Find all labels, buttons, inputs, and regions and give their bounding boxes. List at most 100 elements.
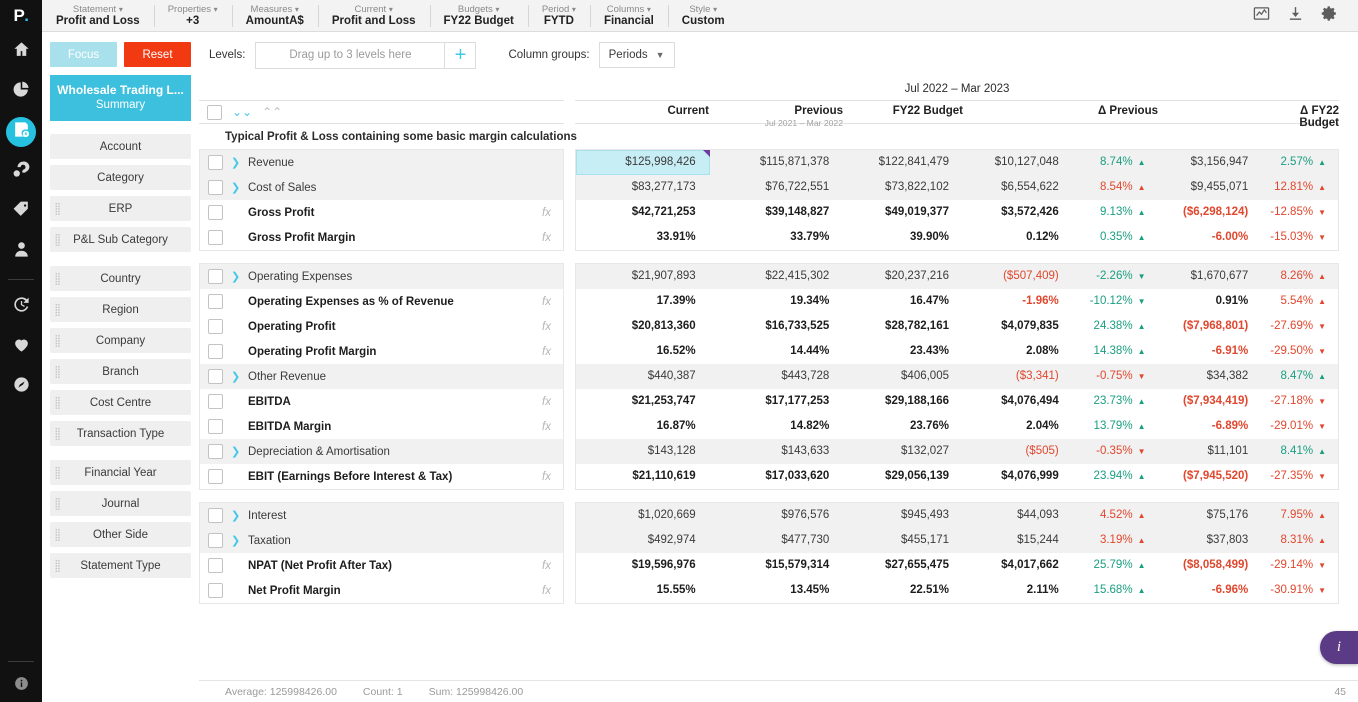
table-cell[interactable]: $39,148,827 (710, 200, 844, 225)
table-cell[interactable]: 23.76% (843, 414, 963, 439)
formula-icon[interactable]: fx (542, 232, 563, 244)
table-cell[interactable]: $3,156,947 (1157, 150, 1262, 175)
chart-view-button[interactable] (1244, 0, 1278, 32)
table-cell[interactable]: ($507,409) (963, 264, 1073, 289)
nav-item-help[interactable] (0, 670, 42, 702)
dimension-item[interactable]: Category (50, 165, 191, 190)
table-cell[interactable]: 8.74%▲ (1073, 150, 1158, 175)
topbar-group-current[interactable]: Current ▾ Profit and Loss (318, 0, 430, 32)
table-cell[interactable]: -6.96% (1157, 578, 1262, 603)
table-cell[interactable]: $42,721,253 (576, 200, 710, 225)
table-cell[interactable]: $455,171 (843, 528, 963, 553)
formula-icon[interactable]: fx (542, 585, 563, 597)
row-checkbox[interactable] (208, 180, 223, 195)
formula-icon[interactable]: fx (542, 321, 563, 333)
table-cell[interactable]: 13.45% (710, 578, 844, 603)
table-row[interactable]: Gross Profit Marginfx (200, 225, 563, 250)
formula-icon[interactable]: fx (542, 560, 563, 572)
table-cell[interactable]: $28,782,161 (843, 314, 963, 339)
row-checkbox[interactable] (208, 155, 223, 170)
table-cell[interactable]: $21,907,893 (576, 264, 710, 289)
table-cell[interactable]: -30.91%▼ (1262, 578, 1338, 603)
table-cell[interactable]: -6.91% (1157, 339, 1262, 364)
collapse-all-icon[interactable]: ⌃⌃ (262, 106, 282, 118)
table-cell[interactable]: $443,728 (710, 364, 844, 389)
drag-handle-icon[interactable] (55, 233, 60, 246)
dimension-item[interactable]: ERP (50, 196, 191, 221)
table-cell[interactable]: -15.03%▼ (1262, 225, 1338, 250)
table-cell[interactable]: 5.54%▲ (1262, 289, 1338, 314)
table-cell[interactable]: -27.35%▼ (1262, 464, 1338, 489)
column-header[interactable] (1158, 101, 1263, 123)
drag-handle-icon[interactable] (55, 528, 60, 541)
dimension-item[interactable]: Transaction Type (50, 421, 191, 446)
table-row[interactable]: ❯Taxation (200, 528, 563, 553)
dimension-item[interactable]: Cost Centre (50, 390, 191, 415)
table-cell[interactable]: 9.13%▲ (1073, 200, 1158, 225)
table-cell[interactable]: 22.51% (843, 578, 963, 603)
table-cell[interactable]: 0.91% (1157, 289, 1262, 314)
table-cell[interactable]: -10.12%▼ (1073, 289, 1158, 314)
drag-handle-icon[interactable] (55, 396, 60, 409)
drag-handle-icon[interactable] (55, 427, 60, 440)
table-cell[interactable]: $976,576 (710, 503, 844, 528)
formula-icon[interactable]: fx (542, 296, 563, 308)
chevron-right-icon[interactable]: ❯ (231, 370, 240, 383)
table-cell[interactable]: $115,871,378 (710, 150, 844, 175)
table-cell[interactable]: $75,176 (1157, 503, 1262, 528)
chevron-right-icon[interactable]: ❯ (231, 156, 240, 169)
drag-handle-icon[interactable] (55, 334, 60, 347)
table-cell[interactable]: $143,633 (710, 439, 844, 464)
table-cell[interactable]: $29,188,166 (843, 389, 963, 414)
column-header[interactable]: Current (575, 101, 709, 123)
row-checkbox[interactable] (208, 319, 223, 334)
table-cell[interactable]: 16.47% (843, 289, 963, 314)
nav-item-analytics[interactable] (0, 72, 42, 112)
formula-icon[interactable]: fx (542, 396, 563, 408)
table-cell[interactable]: $3,572,426 (963, 200, 1073, 225)
table-row[interactable]: EBITDAfx (200, 389, 563, 414)
table-cell[interactable]: $83,277,173 (576, 175, 710, 200)
levels-dropzone[interactable]: Drag up to 3 levels here (255, 42, 445, 69)
column-header[interactable]: Δ FY22 Budget (1263, 101, 1339, 123)
table-cell[interactable]: $16,733,525 (710, 314, 844, 339)
table-cell[interactable]: -29.01%▼ (1262, 414, 1338, 439)
table-cell[interactable]: $6,554,622 (963, 175, 1073, 200)
table-cell[interactable]: 33.79% (710, 225, 844, 250)
column-header[interactable]: PreviousJul 2021 – Mar 2022 (709, 101, 843, 123)
table-cell[interactable]: $21,110,619 (576, 464, 710, 489)
table-cell[interactable]: 19.34% (710, 289, 844, 314)
table-cell[interactable]: 23.94%▲ (1073, 464, 1158, 489)
table-cell[interactable]: 8.41%▲ (1262, 439, 1338, 464)
topbar-group-columns[interactable]: Columns ▾ Financial (590, 0, 668, 32)
settings-button[interactable] (1312, 0, 1346, 32)
table-cell[interactable]: 8.31%▲ (1262, 528, 1338, 553)
table-cell[interactable]: $143,128 (576, 439, 710, 464)
dimension-item[interactable]: Financial Year (50, 460, 191, 485)
table-row[interactable]: Operating Expenses as % of Revenuefx (200, 289, 563, 314)
table-cell[interactable]: 16.87% (576, 414, 710, 439)
table-row[interactable]: ❯Other Revenue (200, 364, 563, 389)
table-cell[interactable]: -1.96% (963, 289, 1073, 314)
row-checkbox[interactable] (208, 369, 223, 384)
table-cell[interactable]: ($8,058,499) (1157, 553, 1262, 578)
table-cell[interactable]: $945,493 (843, 503, 963, 528)
add-level-button[interactable]: + (445, 42, 476, 69)
table-cell[interactable]: $27,655,475 (843, 553, 963, 578)
table-cell[interactable]: 3.19%▲ (1073, 528, 1158, 553)
formula-icon[interactable]: fx (542, 471, 563, 483)
row-checkbox[interactable] (208, 230, 223, 245)
table-cell[interactable]: $17,033,620 (710, 464, 844, 489)
table-cell[interactable]: $15,579,314 (710, 553, 844, 578)
row-checkbox[interactable] (208, 508, 223, 523)
table-cell[interactable]: $73,822,102 (843, 175, 963, 200)
formula-icon[interactable]: fx (542, 421, 563, 433)
table-cell[interactable]: 7.95%▲ (1262, 503, 1338, 528)
table-cell[interactable]: ($6,298,124) (1157, 200, 1262, 225)
chevron-right-icon[interactable]: ❯ (231, 534, 240, 547)
table-cell[interactable]: $49,019,377 (843, 200, 963, 225)
topbar-group-statement[interactable]: Statement ▾ Profit and Loss (42, 0, 154, 32)
drag-handle-icon[interactable] (55, 466, 60, 479)
table-cell[interactable]: -2.26%▼ (1073, 264, 1158, 289)
column-groups-select[interactable]: Periods ▼ (599, 42, 675, 68)
